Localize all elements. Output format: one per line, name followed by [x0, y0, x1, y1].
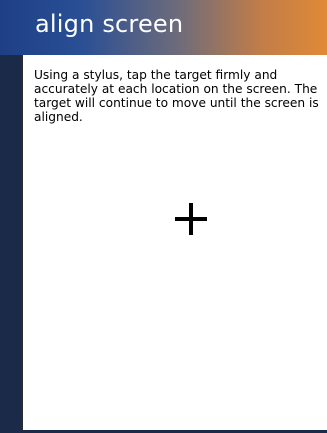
- crosshair-target-icon[interactable]: [175, 203, 207, 235]
- instructions-text: Using a stylus, tap the target firmly an…: [34, 68, 319, 124]
- calibration-area[interactable]: Using a stylus, tap the target firmly an…: [21, 55, 327, 433]
- crosshair-vertical-bar: [189, 203, 193, 235]
- window-title: align screen: [35, 10, 184, 38]
- title-bar: align screen: [0, 0, 327, 55]
- align-screen-window: align screen Using a stylus, tap the tar…: [0, 0, 327, 433]
